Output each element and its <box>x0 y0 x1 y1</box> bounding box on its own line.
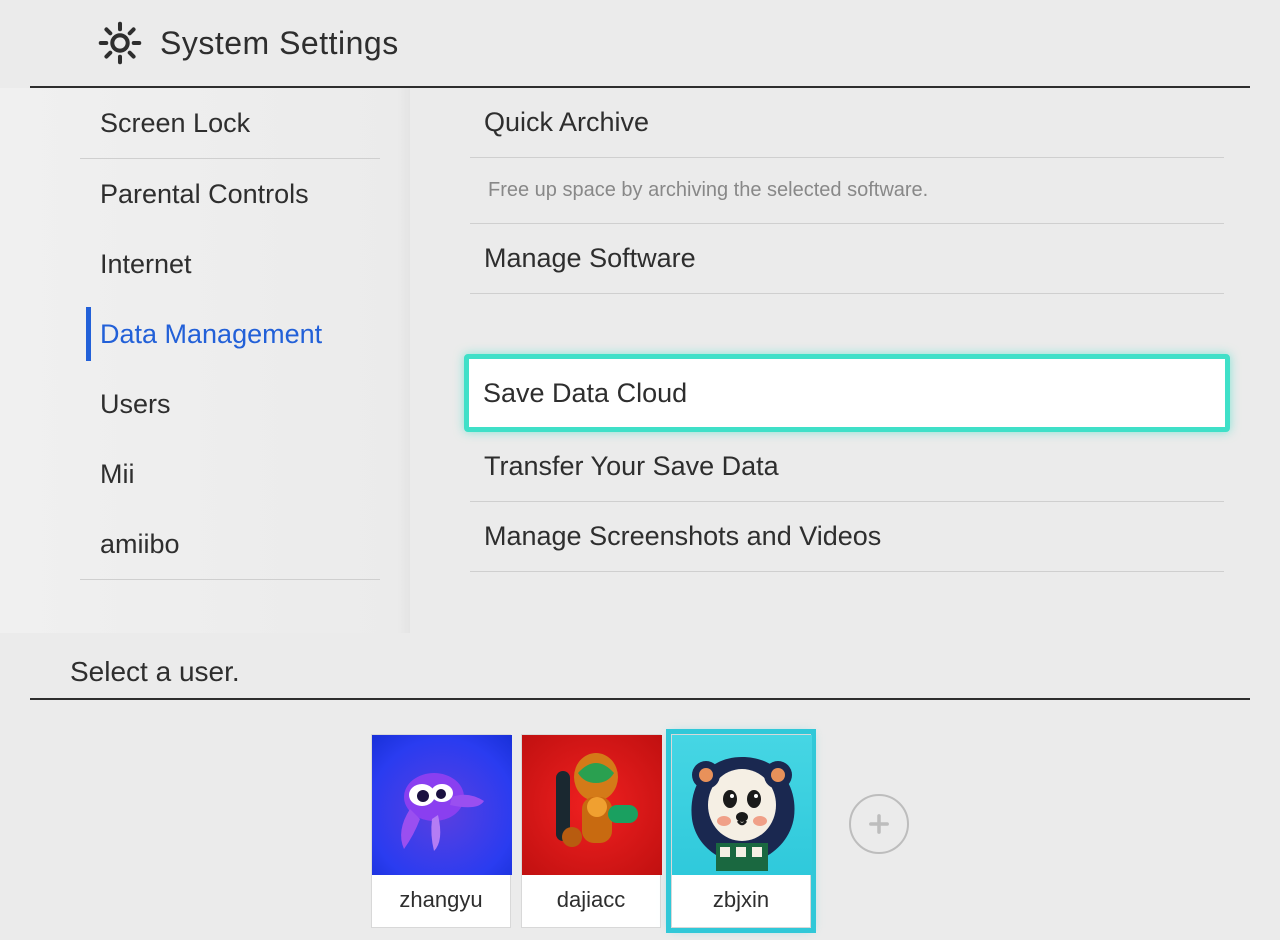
avatar <box>372 735 512 875</box>
avatar <box>672 735 812 875</box>
header: System Settings <box>30 0 1250 88</box>
user-card-dajiacc[interactable]: dajiacc <box>521 734 661 928</box>
sidebar-item-amiibo[interactable]: amiibo <box>0 509 410 579</box>
page-title: System Settings <box>160 25 399 62</box>
avatar-name: dajiacc <box>522 875 660 927</box>
sidebar-item-label: amiibo <box>100 529 180 560</box>
sidebar-item-label: Parental Controls <box>100 179 309 210</box>
row-label: Manage Screenshots and Videos <box>484 521 881 552</box>
user-card-zbjxin[interactable]: zbjxin <box>671 734 811 928</box>
row-save-data-cloud[interactable]: Save Data Cloud <box>469 359 1225 427</box>
user-card-zhangyu[interactable]: zhangyu <box>371 734 511 928</box>
sidebar-item-label: Data Management <box>100 319 322 350</box>
sidebar-item-label: Users <box>100 389 171 420</box>
sidebar-item-users[interactable]: Users <box>0 369 410 439</box>
sidebar-item-screen-lock[interactable]: Screen Lock <box>0 88 410 158</box>
sidebar-item-label: Mii <box>100 459 135 490</box>
sidebar: Screen Lock Parental Controls Internet D… <box>0 88 410 633</box>
avatar-name: zhangyu <box>372 875 510 927</box>
avatar-name: zbjxin <box>672 875 810 927</box>
sidebar-item-label: Internet <box>100 249 192 280</box>
sidebar-item-data-management[interactable]: Data Management <box>0 299 410 369</box>
row-transfer-save-data[interactable]: Transfer Your Save Data <box>470 432 1224 502</box>
section-gap <box>470 294 1224 354</box>
row-save-data-cloud-highlight[interactable]: Save Data Cloud <box>464 354 1230 432</box>
row-quick-archive[interactable]: Quick Archive <box>470 88 1224 158</box>
avatar <box>522 735 662 875</box>
row-quick-archive-desc: Free up space by archiving the selected … <box>470 158 1224 224</box>
sidebar-item-parental-controls[interactable]: Parental Controls <box>0 159 410 229</box>
content-panel: Quick Archive Free up space by archiving… <box>410 88 1280 633</box>
row-desc-text: Free up space by archiving the selected … <box>488 179 928 202</box>
row-manage-software[interactable]: Manage Software <box>470 224 1224 294</box>
row-manage-screenshots[interactable]: Manage Screenshots and Videos <box>470 502 1224 572</box>
select-user-prompt: Select a user. <box>30 634 1250 700</box>
row-label: Transfer Your Save Data <box>484 451 779 482</box>
row-label: Manage Software <box>484 243 696 274</box>
sidebar-item-label: Screen Lock <box>100 108 250 139</box>
divider <box>80 579 380 580</box>
sidebar-item-internet[interactable]: Internet <box>0 229 410 299</box>
user-avatar-row: zhangyu dajiacc <box>30 700 1250 928</box>
row-label: Save Data Cloud <box>483 378 687 409</box>
plus-icon <box>865 810 893 838</box>
row-label: Quick Archive <box>484 107 649 138</box>
sidebar-item-mii[interactable]: Mii <box>0 439 410 509</box>
add-user-button[interactable] <box>849 794 909 854</box>
gear-icon <box>98 21 142 65</box>
